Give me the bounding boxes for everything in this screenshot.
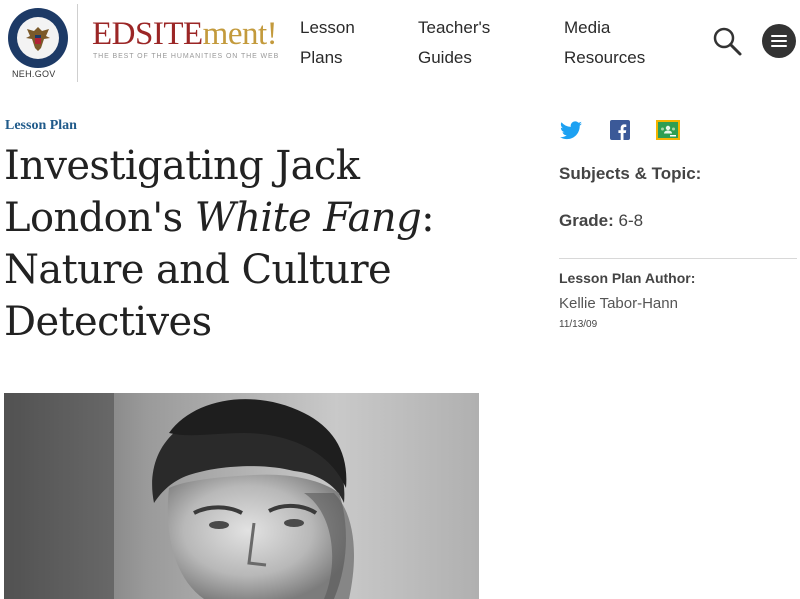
grade-label: Grade: [559,211,614,230]
grade-value: 6-8 [618,211,644,230]
edsitement-logo[interactable]: EDSITEment! [92,16,278,52]
brand-tagline: THE BEST OF THE HUMANITIES ON THE WEB [93,53,280,60]
menu-icon-bar [771,40,787,42]
content-type-label[interactable]: Lesson Plan [5,118,77,134]
author-label: Lesson Plan Author: [559,270,696,286]
search-button[interactable] [711,25,743,57]
title-book: White Fang [194,195,422,241]
eagle-icon [26,27,50,51]
page-title: Investigating Jack London's White Fang: … [4,140,484,348]
portrait-image [4,393,479,599]
nav-label-line1: Teacher's [418,18,491,37]
nav-label-line1: Media [564,18,611,37]
nav-label-line2: Resources [564,48,646,67]
brand-ment: ment! [202,16,278,52]
menu-button[interactable] [762,24,796,58]
facebook-share-button[interactable] [608,118,632,142]
header-divider [77,4,78,82]
google-classroom-share-button[interactable] [655,118,680,142]
search-icon [713,27,742,56]
grade-row: Grade: 6-8 [559,211,643,231]
twitter-icon [560,121,582,140]
site-header: NEH.GOV EDSITEment! THE BEST OF THE HUMA… [0,0,800,96]
sidebar-divider [559,258,797,259]
nav-label-line2: Plans [300,48,343,67]
seal-inner [17,17,59,59]
publish-date: 11/13/09 [559,319,598,330]
menu-icon-bar [771,45,787,47]
neh-seal-logo[interactable] [8,8,68,68]
facebook-icon [610,120,630,140]
jack-london-photo [4,393,479,599]
brand-edsite: EDSITE [92,16,203,52]
nav-media-resources[interactable]: Media Resources [564,13,645,73]
nav-teachers-guides[interactable]: Teacher's Guides [418,13,490,73]
nav-label-line1: Lesson [300,18,355,37]
twitter-share-button[interactable] [559,118,583,142]
nav-lesson-plans[interactable]: Lesson Plans [300,13,355,73]
menu-icon [771,35,787,37]
subjects-topic-label: Subjects & Topic: [559,164,702,183]
nav-label-line2: Guides [418,48,472,67]
neh-gov-label[interactable]: NEH.GOV [12,69,56,79]
author-name: Kellie Tabor-Hann [559,295,678,312]
google-classroom-icon [656,120,680,140]
